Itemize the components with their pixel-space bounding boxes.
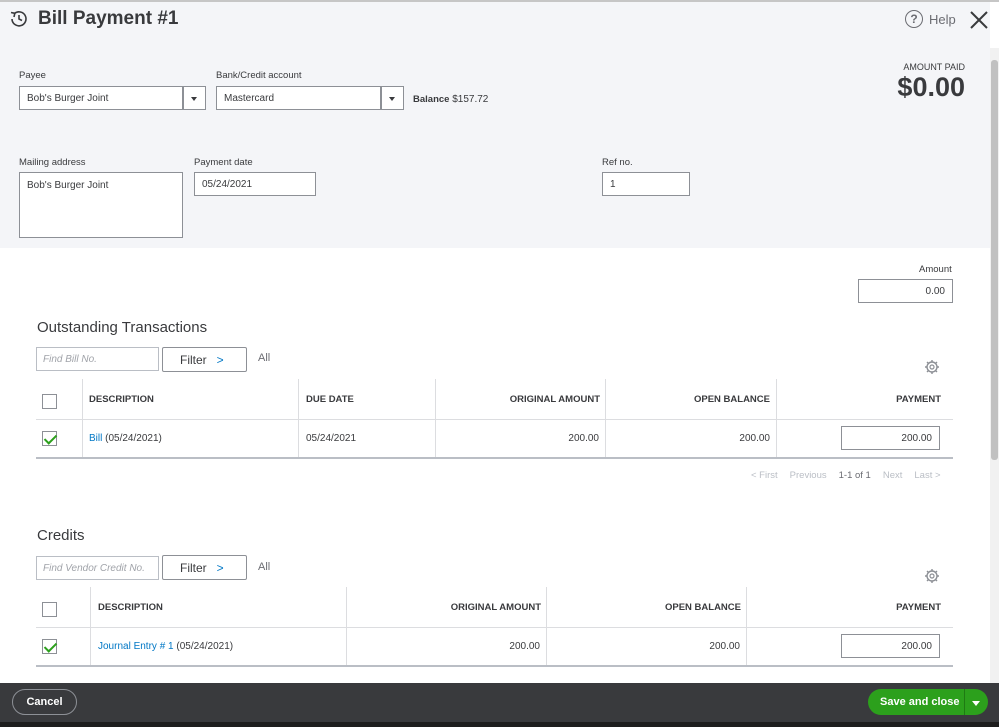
balance-value: $157.72: [452, 94, 489, 105]
find-bill-input[interactable]: Find Bill No.: [36, 347, 159, 371]
chevron-right-icon: >: [216, 560, 224, 575]
description-cell: Journal Entry # 1 (05/24/2021): [98, 641, 233, 652]
credits-filter-button[interactable]: Filter >: [162, 555, 247, 580]
column-header[interactable]: ORIGINAL AMOUNT: [346, 602, 541, 613]
gear-icon[interactable]: [924, 359, 940, 375]
description-cell: Bill (05/24/2021): [89, 433, 162, 444]
pager-previous[interactable]: Previous: [790, 470, 827, 481]
balance-label: Balance: [413, 94, 450, 105]
outstanding-filter-button[interactable]: Filter >: [162, 347, 247, 372]
amount-label: Amount: [919, 264, 952, 275]
cancel-button[interactable]: Cancel: [12, 689, 77, 715]
column-header[interactable]: OPEN BALANCE: [546, 602, 741, 613]
column-header[interactable]: OPEN BALANCE: [605, 394, 770, 405]
payee-select[interactable]: Bob's Burger Joint: [19, 86, 183, 110]
divider: [746, 587, 747, 665]
divider: [776, 379, 777, 457]
history-icon[interactable]: [8, 8, 30, 30]
divider: [36, 419, 953, 420]
column-header[interactable]: PAYMENT: [776, 394, 941, 405]
save-and-close-button[interactable]: Save and close: [868, 689, 988, 715]
footer-bar: [0, 683, 999, 727]
column-header[interactable]: DESCRIPTION: [98, 602, 163, 613]
bill-link[interactable]: Bill: [89, 433, 102, 444]
ref-no-input[interactable]: 1: [602, 172, 690, 196]
payee-dropdown-arrow[interactable]: [183, 86, 206, 110]
select-all-checkbox[interactable]: [42, 394, 57, 409]
balance: Balance $157.72: [413, 94, 488, 105]
filter-label: Filter: [180, 560, 207, 575]
chevron-down-icon[interactable]: [972, 701, 980, 706]
page-title: Bill Payment #1: [38, 8, 179, 29]
pager-next[interactable]: Next: [883, 470, 903, 481]
pager-last[interactable]: Last >: [914, 470, 940, 481]
payment-input[interactable]: 200.00: [841, 634, 940, 658]
journal-entry-link[interactable]: Journal Entry # 1: [98, 641, 174, 652]
filter-all-label: All: [258, 352, 271, 364]
column-header[interactable]: DUE DATE: [306, 394, 354, 405]
payment-input[interactable]: 200.00: [841, 426, 940, 450]
amount-input[interactable]: 0.00: [858, 279, 953, 303]
bank-account-dropdown-arrow[interactable]: [381, 86, 404, 110]
find-vendor-credit-input[interactable]: Find Vendor Credit No.: [36, 556, 159, 580]
mailing-address-input[interactable]: Bob's Burger Joint: [19, 172, 183, 238]
column-header[interactable]: ORIGINAL AMOUNT: [435, 394, 600, 405]
divider: [605, 379, 606, 457]
help-label: Help: [929, 11, 956, 27]
ref-no-label: Ref no.: [602, 157, 633, 168]
open-balance-cell: 200.00: [709, 641, 740, 652]
divider: [346, 587, 347, 665]
row-checkbox[interactable]: [42, 431, 57, 446]
chevron-right-icon: >: [216, 352, 224, 367]
open-balance-cell: 200.00: [739, 433, 770, 444]
close-icon[interactable]: [967, 8, 991, 32]
payment-date-input[interactable]: 05/24/2021: [194, 172, 316, 196]
divider: [964, 689, 965, 715]
filter-label: Filter: [180, 352, 207, 367]
due-date-cell: 05/24/2021: [306, 433, 357, 444]
outstanding-transactions-title: Outstanding Transactions: [37, 319, 208, 336]
divider: [381, 86, 382, 110]
help-button[interactable]: ? Help: [905, 10, 956, 28]
original-amount-cell: 200.00: [509, 641, 540, 652]
divider: [546, 587, 547, 665]
payment-date-label: Payment date: [194, 157, 253, 168]
payee-label: Payee: [19, 70, 46, 81]
divider: [90, 587, 91, 665]
bottom-strip: [0, 722, 999, 727]
divider: [298, 379, 299, 457]
divider: [82, 379, 83, 457]
description-date: (05/24/2021): [102, 433, 162, 444]
mailing-address-label: Mailing address: [19, 157, 86, 168]
select-all-checkbox[interactable]: [42, 602, 57, 617]
divider: [36, 627, 953, 628]
credits-title: Credits: [37, 527, 85, 544]
column-header[interactable]: PAYMENT: [746, 602, 941, 613]
filter-all-label: All: [258, 561, 271, 573]
gear-icon[interactable]: [924, 568, 940, 584]
help-icon: ?: [905, 10, 923, 28]
pager-first[interactable]: < First: [751, 470, 778, 481]
amount-paid-label: AMOUNT PAID: [903, 62, 965, 72]
pagination: < First Previous 1-1 of 1 Next Last >: [751, 470, 941, 481]
bank-account-label: Bank/Credit account: [216, 70, 302, 81]
divider: [435, 379, 436, 457]
original-amount-cell: 200.00: [568, 433, 599, 444]
bank-account-select[interactable]: Mastercard: [216, 86, 381, 110]
scrollbar-thumb[interactable]: [991, 60, 998, 460]
description-date: (05/24/2021): [173, 641, 234, 652]
row-checkbox[interactable]: [42, 639, 57, 654]
divider: [183, 86, 184, 110]
column-header[interactable]: DESCRIPTION: [89, 394, 154, 405]
amount-paid-value: $0.00: [897, 72, 965, 102]
pager-range: 1-1 of 1: [838, 470, 871, 481]
